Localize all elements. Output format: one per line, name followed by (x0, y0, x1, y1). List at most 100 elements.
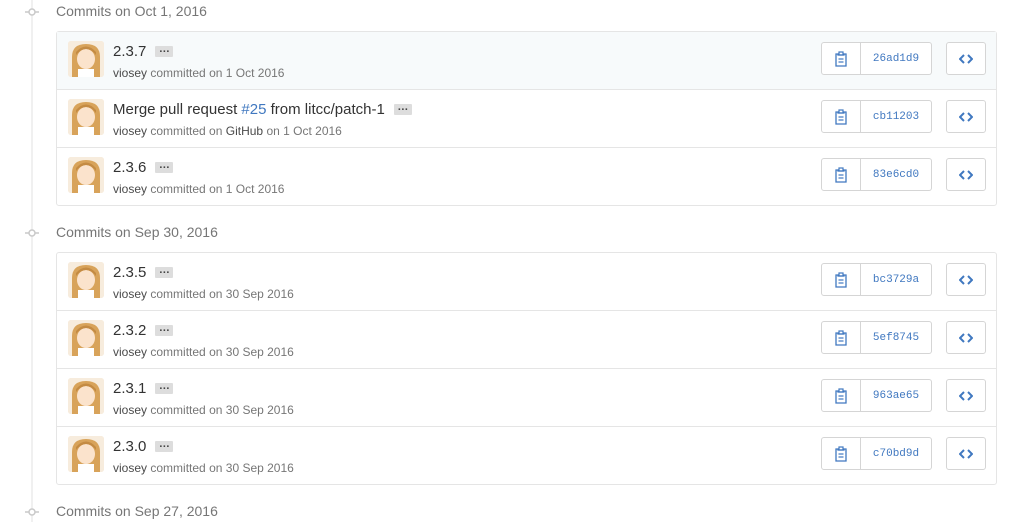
avatar[interactable] (68, 157, 104, 193)
commit-group-header: Commits on Sep 30, 2016 (0, 221, 1026, 245)
commit-row: Merge pull request #25 from litcc/patch-… (57, 89, 996, 147)
commit-author[interactable]: viosey (113, 124, 147, 138)
commit-action: committed (150, 403, 206, 417)
commit-group-sep-30: Commits on Sep 30, 2016 2.3.5 … viosey c… (0, 221, 1026, 485)
commit-message[interactable]: 2.3.7 (113, 43, 146, 60)
expand-description-button[interactable]: … (155, 323, 174, 336)
commit-on-label: on (209, 461, 223, 475)
clipboard-icon (835, 166, 847, 183)
commit-action: committed (150, 287, 206, 301)
commit-sha-link[interactable]: bc3729a (861, 263, 932, 296)
commit-meta: viosey committed on GitHub on 1 Oct 2016 (113, 124, 342, 138)
commit-author[interactable]: viosey (113, 287, 147, 301)
commit-row: 2.3.1 … viosey committed on 30 Sep 2016 … (57, 368, 996, 426)
commit-title: Merge pull request #25 from litcc/patch-… (113, 101, 412, 118)
expand-description-button[interactable]: … (155, 160, 174, 173)
clipboard-icon (835, 445, 847, 462)
commit-list: 2.3.5 … viosey committed on 30 Sep 2016 … (56, 252, 997, 485)
copy-sha-button[interactable] (821, 158, 861, 191)
copy-sha-button[interactable] (821, 42, 861, 75)
commit-on-label: on (209, 66, 223, 80)
git-commit-icon (25, 8, 39, 16)
clipboard-icon (835, 387, 847, 404)
code-icon (959, 448, 973, 459)
committer-github: GitHub (225, 124, 264, 138)
commit-meta: viosey committed on 30 Sep 2016 (113, 345, 294, 359)
commit-author[interactable]: viosey (113, 345, 147, 359)
commit-message-prefix[interactable]: Merge pull request (113, 101, 241, 118)
git-commit-icon (25, 508, 39, 516)
commit-message[interactable]: 2.3.1 (113, 380, 146, 397)
commit-row: 2.3.7 … viosey committed on 1 Oct 2016 2… (57, 32, 996, 89)
browse-repo-button[interactable] (946, 379, 986, 412)
commit-date: 1 Oct 2016 (225, 182, 285, 196)
commit-group-title: Commits on Oct 1, 2016 (56, 3, 207, 19)
copy-sha-button[interactable] (821, 263, 861, 296)
commit-sha-link[interactable]: 963ae65 (861, 379, 932, 412)
commit-author[interactable]: viosey (113, 66, 147, 80)
commit-message[interactable]: 2.3.0 (113, 438, 146, 455)
commit-group-sep-27: Commits on Sep 27, 2016 (0, 500, 1026, 524)
avatar[interactable] (68, 99, 104, 135)
avatar[interactable] (68, 378, 104, 414)
commit-author[interactable]: viosey (113, 182, 147, 196)
commit-sha-link[interactable]: 5ef8745 (861, 321, 932, 354)
browse-repo-button[interactable] (946, 263, 986, 296)
copy-sha-button[interactable] (821, 100, 861, 133)
code-icon (959, 111, 973, 122)
browse-repo-button[interactable] (946, 321, 986, 354)
commit-row: 2.3.0 … viosey committed on 30 Sep 2016 … (57, 426, 996, 484)
commit-message[interactable]: 2.3.6 (113, 159, 146, 176)
commit-row: 2.3.5 … viosey committed on 30 Sep 2016 … (57, 253, 996, 310)
commit-date: 30 Sep 2016 (225, 345, 294, 359)
commit-message-suffix[interactable]: from litcc/patch-1 (266, 101, 385, 118)
avatar[interactable] (68, 41, 104, 77)
browse-repo-button[interactable] (946, 158, 986, 191)
browse-repo-button[interactable] (946, 42, 986, 75)
expand-description-button[interactable]: … (155, 44, 174, 57)
commit-meta: viosey committed on 30 Sep 2016 (113, 287, 294, 301)
commit-on-label: on (209, 403, 223, 417)
commit-group-header: Commits on Sep 27, 2016 (0, 500, 1026, 524)
commit-group-title: Commits on Sep 30, 2016 (56, 224, 218, 240)
avatar[interactable] (68, 320, 104, 356)
commit-date: 1 Oct 2016 (225, 66, 285, 80)
code-icon (959, 53, 973, 64)
expand-description-button[interactable]: … (155, 381, 174, 394)
expand-description-button[interactable]: … (393, 102, 412, 115)
commit-title: 2.3.2 … (113, 322, 174, 339)
commit-date: 30 Sep 2016 (225, 403, 294, 417)
commit-author[interactable]: viosey (113, 461, 147, 475)
copy-sha-button[interactable] (821, 379, 861, 412)
commit-action: committed (150, 461, 206, 475)
commit-message[interactable]: 2.3.2 (113, 322, 146, 339)
sha-button-group: 5ef8745 (821, 321, 932, 354)
expand-description-button[interactable]: … (155, 265, 174, 278)
commit-group-header: Commits on Oct 1, 2016 (0, 0, 1026, 24)
commit-message[interactable]: 2.3.5 (113, 264, 146, 281)
commit-on-label: on (266, 124, 280, 138)
commit-author[interactable]: viosey (113, 403, 147, 417)
commit-title: 2.3.5 … (113, 264, 174, 281)
expand-description-button[interactable]: … (155, 439, 174, 452)
avatar[interactable] (68, 436, 104, 472)
commit-sha-link[interactable]: 26ad1d9 (861, 42, 932, 75)
commit-sha-link[interactable]: c70bd9d (861, 437, 932, 470)
avatar[interactable] (68, 262, 104, 298)
commit-on-label: on (209, 182, 223, 196)
commit-sha-link[interactable]: 83e6cd0 (861, 158, 932, 191)
copy-sha-button[interactable] (821, 321, 861, 354)
commit-meta: viosey committed on 30 Sep 2016 (113, 461, 294, 475)
browse-repo-button[interactable] (946, 100, 986, 133)
commit-date: 30 Sep 2016 (225, 287, 294, 301)
clipboard-icon (835, 271, 847, 288)
pull-request-link[interactable]: #25 (241, 101, 266, 118)
timeline-line (31, 0, 33, 522)
commit-list: 2.3.7 … viosey committed on 1 Oct 2016 2… (56, 31, 997, 206)
browse-repo-button[interactable] (946, 437, 986, 470)
sha-button-group: 963ae65 (821, 379, 932, 412)
commit-sha-link[interactable]: cb11203 (861, 100, 932, 133)
commit-title: 2.3.6 … (113, 159, 174, 176)
commit-title: 2.3.0 … (113, 438, 174, 455)
copy-sha-button[interactable] (821, 437, 861, 470)
